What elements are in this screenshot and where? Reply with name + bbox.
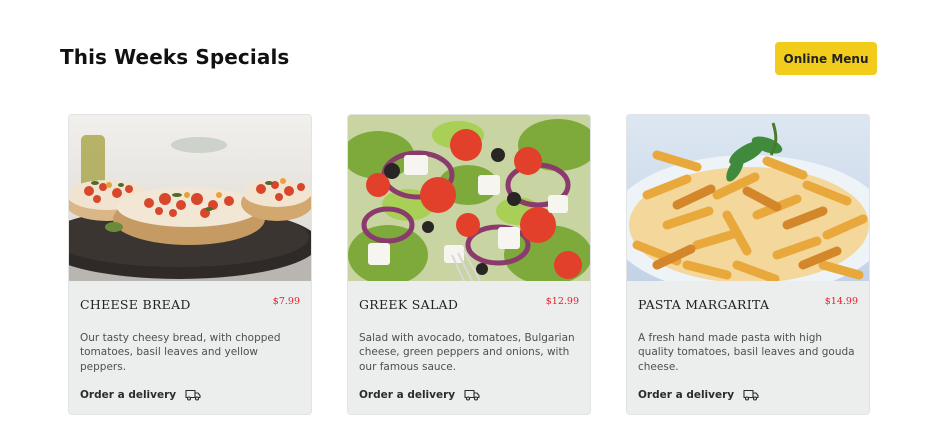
order-delivery-label: Order a delivery [359, 389, 456, 401]
order-delivery-link[interactable]: Order a delivery [80, 389, 201, 401]
delivery-truck-icon [464, 389, 480, 401]
pasta-margarita-image [627, 115, 869, 281]
special-card-greek-salad: GREEK SALAD $12.99 Salad with avocado, t… [347, 114, 591, 415]
order-delivery-link[interactable]: Order a delivery [638, 389, 759, 401]
order-delivery-label: Order a delivery [80, 389, 177, 401]
special-price: $12.99 [545, 296, 579, 307]
special-price: $7.99 [272, 296, 300, 307]
online-menu-button[interactable]: Online Menu [775, 42, 877, 75]
delivery-truck-icon [185, 389, 201, 401]
special-price: $14.99 [824, 296, 858, 307]
order-delivery-link[interactable]: Order a delivery [359, 389, 480, 401]
special-card-pasta-margarita: PASTA MARGARITA $14.99 A fresh hand made… [626, 114, 870, 415]
special-name: GREEK SALAD [359, 297, 459, 312]
special-description: Our tasty cheesy bread, with chopped tom… [80, 332, 281, 373]
delivery-truck-icon [743, 389, 759, 401]
special-name: CHEESE BREAD [80, 297, 191, 312]
special-card-cheese-bread: CHEESE BREAD $7.99 Our tasty cheesy brea… [68, 114, 312, 415]
page-title: This Weeks Specials [60, 45, 290, 69]
special-description: Salad with avocado, tomatoes, Bulgarian … [359, 332, 575, 373]
order-delivery-label: Order a delivery [638, 389, 735, 401]
greek-salad-image [348, 115, 590, 281]
special-description: A fresh hand made pasta with high qualit… [638, 332, 855, 373]
special-name: PASTA MARGARITA [638, 297, 770, 312]
cheese-bread-image [69, 115, 311, 281]
